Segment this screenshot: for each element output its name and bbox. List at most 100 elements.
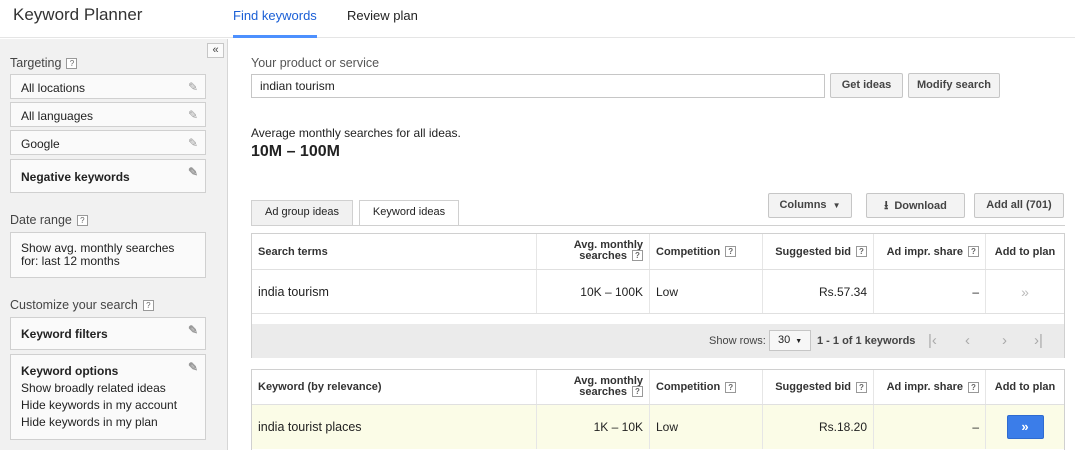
col-ad-impr-share: Ad impr. share? — [873, 234, 985, 269]
help-icon[interactable]: ? — [632, 386, 643, 397]
col-competition: Competition? — [649, 234, 762, 269]
main-panel: Your product or service Get ideas Modify… — [229, 39, 1075, 450]
sidebar-item-date-range[interactable]: Show avg. monthly searches for: last 12 … — [10, 232, 206, 278]
tab-keyword-ideas[interactable]: Keyword ideas — [359, 200, 459, 226]
help-icon[interactable]: ? — [632, 250, 643, 261]
next-page-icon[interactable]: › — [1002, 332, 1007, 349]
help-icon[interactable]: ? — [856, 381, 867, 393]
col-avg-line: searches — [579, 386, 627, 398]
top-bar: Keyword Planner Find keywords Review pla… — [0, 0, 1075, 38]
help-icon[interactable]: ? — [968, 381, 979, 393]
sidebar-item-label: All locations — [21, 81, 86, 95]
row-competition: Low — [649, 405, 762, 449]
show-rows-label: Show rows: — [709, 335, 766, 347]
help-icon[interactable]: ? — [968, 246, 979, 257]
first-page-icon[interactable]: |‹ — [928, 332, 937, 349]
row-impr: – — [873, 270, 985, 313]
sidebar-item-label: Google — [21, 137, 60, 151]
keyword-option: Hide keywords in my account — [21, 398, 178, 412]
rows-value: 30 — [778, 334, 791, 346]
keyword-option: Hide keywords in my plan — [21, 415, 158, 429]
row-bid: Rs.57.34 — [762, 270, 873, 313]
product-label: Your product or service — [251, 56, 380, 70]
help-icon[interactable]: ? — [76, 215, 88, 226]
avg-searches-value: 10M – 100M — [251, 143, 340, 160]
page-range: 1 - 1 of 1 keywords — [817, 335, 915, 347]
sidebar-item-label: Keyword filters — [21, 327, 108, 341]
col-suggested-bid: Suggested bid? — [762, 370, 873, 404]
help-icon[interactable]: ? — [856, 246, 867, 257]
pencil-icon[interactable]: ✎ — [188, 108, 198, 122]
search-terms-table: Search terms Avg. monthly searches? Comp… — [251, 233, 1065, 324]
row-avg: 10K – 100K — [536, 270, 649, 313]
sidebar-item-negative-keywords[interactable]: Negative keywords ✎ — [10, 159, 206, 193]
sidebar-item-keyword-filters[interactable]: Keyword filters ✎ — [10, 317, 206, 350]
table-header: Search terms Avg. monthly searches? Comp… — [252, 234, 1064, 270]
tab-divider — [251, 225, 1065, 226]
keyword-ideas-table: Keyword (by relevance) Avg. monthly sear… — [251, 369, 1065, 450]
row-competition: Low — [649, 270, 762, 313]
customize-title: Customize your search? — [10, 298, 154, 312]
row-impr: – — [873, 405, 985, 449]
sidebar-item-network[interactable]: Google ✎ — [10, 130, 206, 155]
download-button[interactable]: ⭳ Download — [866, 193, 965, 218]
col-add-to-plan: Add to plan — [985, 234, 1064, 269]
collapse-sidebar-button[interactable]: « — [207, 43, 224, 58]
table-header: Keyword (by relevance) Avg. monthly sear… — [252, 370, 1064, 405]
date-range-line: Show avg. monthly searches — [21, 241, 175, 255]
col-search-terms: Search terms — [258, 245, 328, 258]
tab-ad-group-ideas[interactable]: Ad group ideas — [251, 200, 353, 225]
add-to-plan-button[interactable]: » — [985, 270, 1064, 313]
rows-per-page-select[interactable]: 30 ▼ — [769, 330, 811, 351]
help-icon[interactable]: ? — [725, 381, 737, 393]
download-label: Download — [894, 200, 947, 212]
columns-button[interactable]: Columns ▼ — [768, 193, 852, 218]
col-avg-monthly: Avg. monthly searches? — [536, 234, 649, 269]
pager: Show rows: 30 ▼ 1 - 1 of 1 keywords |‹ ‹ … — [251, 324, 1065, 358]
modify-search-button[interactable]: Modify search — [908, 73, 1000, 98]
col-label: Ad impr. share — [886, 245, 963, 258]
add-all-button[interactable]: Add all (701) — [974, 193, 1064, 218]
col-ad-impr-share: Ad impr. share? — [873, 370, 985, 404]
help-icon[interactable]: ? — [66, 58, 78, 69]
row-avg: 1K – 10K — [536, 405, 649, 449]
dropdown-caret-icon: ▼ — [832, 201, 841, 210]
pencil-icon[interactable]: ✎ — [188, 360, 198, 374]
row-term: india tourist places — [258, 420, 362, 434]
sidebar-item-languages[interactable]: All languages ✎ — [10, 102, 206, 127]
sidebar-item-label: All languages — [21, 109, 94, 123]
row-term: india tourism — [258, 284, 329, 299]
sidebar-item-label: Negative keywords — [21, 170, 130, 184]
col-label: Competition — [656, 245, 721, 258]
sidebar-item-locations[interactable]: All locations ✎ — [10, 74, 206, 99]
targeting-title: Targeting? — [10, 56, 78, 70]
col-suggested-bid: Suggested bid? — [762, 234, 873, 269]
col-label: Suggested bid — [775, 245, 851, 258]
col-add-to-plan: Add to plan — [985, 370, 1064, 404]
sidebar-item-keyword-options[interactable]: Keyword options Show broadly related ide… — [10, 354, 206, 440]
help-icon[interactable]: ? — [142, 300, 154, 311]
sidebar: « Targeting? All locations ✎ All languag… — [0, 39, 228, 450]
tab-review-plan[interactable]: Review plan — [347, 8, 418, 38]
last-page-icon[interactable]: ›| — [1034, 332, 1043, 349]
download-icon: ⭳ — [884, 198, 889, 212]
col-avg-line: searches — [579, 250, 627, 262]
targeting-title-text: Targeting — [10, 56, 62, 70]
pencil-icon[interactable]: ✎ — [188, 136, 198, 150]
get-ideas-button[interactable]: Get ideas — [830, 73, 903, 98]
col-label: Ad impr. share — [886, 381, 963, 393]
sidebar-item-label: Keyword options — [21, 364, 119, 378]
pencil-icon[interactable]: ✎ — [188, 323, 198, 337]
add-to-plan-button[interactable]: » — [1006, 415, 1044, 439]
row-bid: Rs.18.20 — [762, 405, 873, 449]
pencil-icon[interactable]: ✎ — [188, 80, 198, 94]
add-to-plan-cell: » — [985, 405, 1064, 449]
pencil-icon[interactable]: ✎ — [188, 165, 198, 179]
tab-find-keywords[interactable]: Find keywords — [233, 8, 317, 38]
date-range-title: Date range? — [10, 213, 88, 227]
table-row: india tourism 10K – 100K Low Rs.57.34 – … — [252, 270, 1064, 314]
avg-searches-label: Average monthly searches for all ideas. — [251, 126, 461, 140]
product-search-input[interactable] — [251, 74, 825, 98]
help-icon[interactable]: ? — [725, 246, 737, 257]
prev-page-icon[interactable]: ‹ — [965, 332, 970, 349]
